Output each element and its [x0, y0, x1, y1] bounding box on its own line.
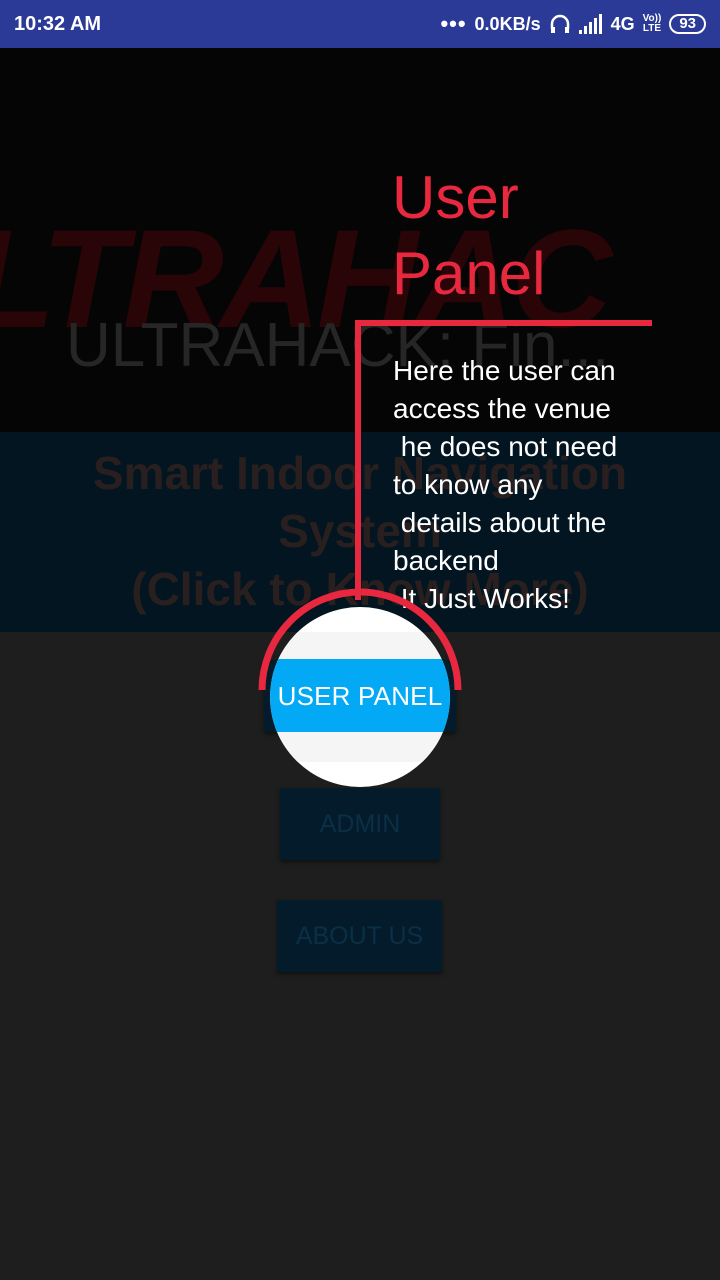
user-panel-button[interactable]: USER PANEL	[270, 659, 450, 733]
tutorial-title-line-1: User	[392, 164, 519, 231]
signal-icon	[578, 14, 602, 34]
volte-bottom-text: LTE	[642, 23, 662, 34]
about-us-button[interactable]: ABOUT US	[277, 900, 442, 972]
network-type: 4G	[610, 13, 635, 34]
status-icons: ••• 0.0KB/s 4G Vo)) LTE 93	[440, 13, 706, 35]
spotlight-circle: USER PANEL	[270, 607, 450, 787]
admin-button[interactable]: ADMIN	[280, 788, 440, 860]
status-time: 10:32 AM	[14, 12, 102, 35]
battery-icon: 93	[669, 14, 706, 34]
tutorial-title-line-2: Panel	[392, 240, 546, 307]
network-speed: 0.0KB/s	[474, 13, 541, 34]
spotlight-band-top	[270, 632, 450, 662]
headphones-icon	[550, 14, 569, 33]
more-dots-icon: •••	[440, 11, 467, 36]
spotlight-band-bottom	[270, 732, 450, 762]
volte-icon: Vo)) LTE	[643, 14, 662, 34]
tutorial-title: User Panel	[392, 160, 545, 312]
status-bar: 10:32 AM ••• 0.0KB/s 4G Vo)) LTE 93	[0, 0, 720, 48]
tutorial-description: Here the user can access the venue he do…	[393, 355, 618, 614]
